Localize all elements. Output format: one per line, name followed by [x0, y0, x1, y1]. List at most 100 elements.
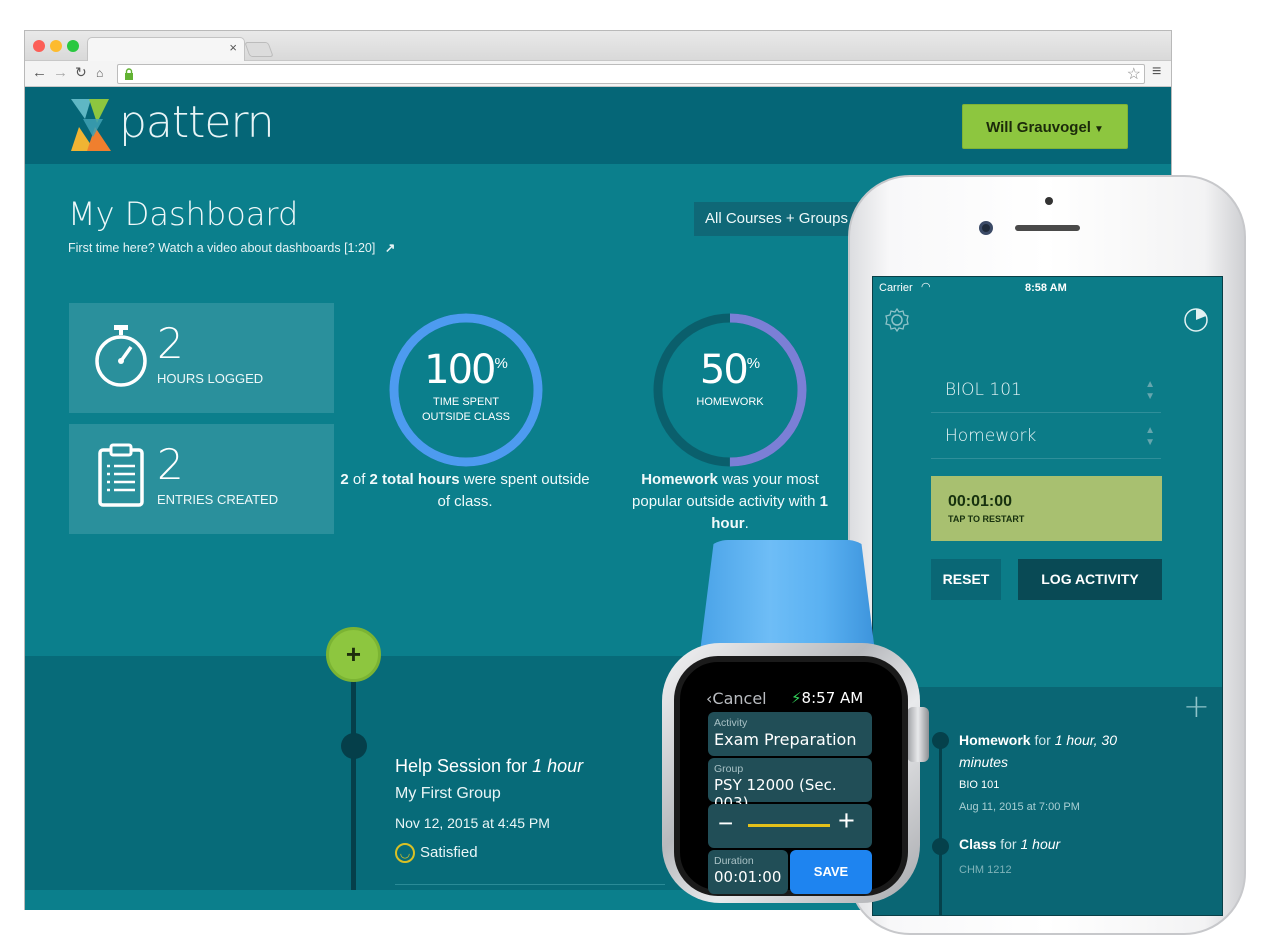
reset-button[interactable]: RESET — [931, 559, 1001, 600]
add-entry-button[interactable]: + — [326, 627, 381, 682]
phone-entry-title[interactable]: Homework for 1 hour, 30 minutes — [959, 729, 1159, 773]
entries-created-card: 2 ENTRIES CREATED — [69, 424, 334, 534]
user-menu-button[interactable]: Will Grauvogel ▼ — [962, 104, 1128, 149]
entry-mood-text: Satisfied — [420, 844, 478, 862]
entry-activity: Help Session — [395, 756, 502, 776]
gear-icon[interactable] — [884, 307, 910, 333]
watch-field-label: Activity — [714, 717, 748, 729]
phone-timeline-dot — [932, 838, 949, 855]
activity-value: Homework — [945, 426, 1037, 446]
entry-mood: ◡ Satisfied — [395, 843, 478, 863]
entry-group: My First Group — [395, 785, 501, 802]
ring-unit: % — [746, 355, 761, 372]
ring-label-line: HOMEWORK — [696, 396, 764, 408]
pie-chart-icon[interactable] — [1183, 307, 1209, 333]
ring-unit: % — [494, 355, 508, 372]
watch-activity-field[interactable]: Activity Exam Preparation — [708, 712, 872, 756]
bookmark-star-icon[interactable]: ☆ — [1127, 64, 1141, 84]
timeline-line — [351, 655, 356, 890]
watch-save-button[interactable]: SAVE — [790, 850, 872, 894]
watch-duration-field: Duration 00:01:00 — [708, 850, 788, 894]
ring-label-line: OUTSIDE CLASS — [421, 411, 511, 423]
log-activity-button[interactable]: LOG ACTIVITY — [1018, 559, 1162, 600]
entry-title[interactable]: Help Session for 1 hour — [395, 756, 583, 777]
forward-arrow-icon[interactable]: → — [53, 64, 68, 81]
address-bar[interactable]: ☆ — [117, 64, 1145, 84]
phone-entry-for: for — [1030, 732, 1055, 748]
timer-value: 00:01:00 — [948, 493, 1013, 510]
phone-status-bar: Carrier ◠ 8:58 AM — [873, 277, 1222, 299]
entry-datetime: Nov 12, 2015 at 4:45 PM — [395, 815, 550, 831]
ring-value: 50 — [699, 347, 749, 393]
ring-value: 100 — [424, 347, 496, 393]
homework-caption: Homework was your most popular outside a… — [620, 469, 840, 535]
reload-icon[interactable]: ↻ — [75, 64, 87, 81]
carrier-text: Carrier — [879, 282, 913, 294]
video-link-text: First time here? Watch a video about das… — [68, 241, 376, 255]
phone-time: 8:58 AM — [1025, 282, 1067, 294]
stopwatch-icon — [95, 325, 147, 387]
video-link[interactable]: First time here? Watch a video about das… — [68, 240, 395, 255]
watch-field-label: Duration — [714, 855, 754, 867]
phone-entry-course: CHM 1212 — [959, 864, 1012, 876]
caption-bold: 2 — [340, 471, 349, 488]
watch-duration-stepper[interactable]: − + — [708, 804, 872, 848]
browser-toolbar: ← → ↻ ⌂ ☆ ≡ — [25, 61, 1171, 87]
user-name: Will Grauvogel — [986, 119, 1091, 136]
phone-timeline-dot — [932, 732, 949, 749]
watch-group-field[interactable]: Group PSY 12000 (Sec. 003) — [708, 758, 872, 812]
phone-entry-course: BIO 101 — [959, 779, 1000, 791]
course-picker[interactable]: BIOL 101 ▲ ▼ — [931, 367, 1161, 413]
entries-created-label: ENTRIES CREATED — [157, 492, 279, 507]
logo-text[interactable]: pattern — [119, 97, 275, 148]
watch-band — [700, 540, 875, 652]
activity-picker[interactable]: Homework ▲ ▼ — [931, 413, 1161, 459]
time-outside-value: 100% — [388, 347, 544, 393]
clipboard-icon — [98, 443, 144, 507]
caption-text: . — [744, 515, 749, 532]
maximize-window-button[interactable] — [67, 40, 79, 52]
course-value: BIOL 101 — [945, 380, 1022, 400]
home-icon[interactable]: ⌂ — [96, 66, 103, 80]
minus-icon[interactable]: − — [718, 808, 733, 839]
menu-icon[interactable]: ≡ — [1152, 63, 1161, 81]
entries-created-value: 2 — [157, 440, 184, 489]
pattern-logo-icon[interactable] — [69, 97, 117, 153]
phone-screen: Carrier ◠ 8:58 AM BIOL 101 ▲ ▼ Homework ▲… — [872, 276, 1223, 916]
watch-field-value: 00:01:00 — [714, 868, 782, 886]
homework-value: 50% — [652, 347, 808, 393]
watch-crown[interactable] — [907, 707, 929, 762]
caption-text: of — [348, 471, 370, 488]
phone-entry-duration: 1 hour — [1020, 836, 1061, 852]
watch-field-label: Group — [714, 763, 744, 775]
phone-entry-for: for — [996, 836, 1021, 852]
tab-close-icon[interactable]: × — [229, 40, 237, 55]
charging-bolt-icon: ⚡ — [791, 689, 802, 707]
phone-sensor — [1045, 197, 1053, 205]
plus-icon[interactable]: + — [838, 805, 855, 838]
time-outside-label: TIME SPENT OUTSIDE CLASS — [388, 395, 544, 425]
caption-bold: 2 total hours — [369, 471, 460, 488]
entry-divider — [395, 884, 665, 885]
hours-logged-label: HOURS LOGGED — [157, 371, 264, 386]
new-tab-button[interactable] — [244, 42, 274, 57]
external-link-icon: ↗ — [384, 241, 396, 255]
watch-field-value: Exam Preparation — [714, 730, 857, 749]
phone-add-icon[interactable]: + — [1183, 687, 1210, 725]
smiley-icon: ◡ — [395, 843, 415, 863]
homework-label: HOMEWORK — [652, 395, 808, 410]
close-window-button[interactable] — [33, 40, 45, 52]
phone-speaker — [1015, 225, 1080, 231]
caret-down-icon: ▼ — [1093, 124, 1104, 135]
wifi-icon: ◠ — [921, 281, 931, 293]
watch-cancel-button[interactable]: ‹Cancel — [706, 689, 767, 708]
timer-display[interactable]: 00:01:00 TAP TO RESTART — [931, 476, 1162, 541]
back-arrow-icon[interactable]: ← — [32, 64, 47, 81]
browser-tab[interactable]: × — [87, 37, 245, 62]
site-header: pattern Will Grauvogel ▼ — [25, 87, 1171, 164]
minimize-window-button[interactable] — [50, 40, 62, 52]
phone-entry-title[interactable]: Class for 1 hour — [959, 836, 1060, 852]
entry-duration: 1 hour — [532, 756, 584, 776]
watch-cancel-text: Cancel — [712, 689, 767, 708]
browser-tab-strip: × — [25, 31, 1171, 62]
